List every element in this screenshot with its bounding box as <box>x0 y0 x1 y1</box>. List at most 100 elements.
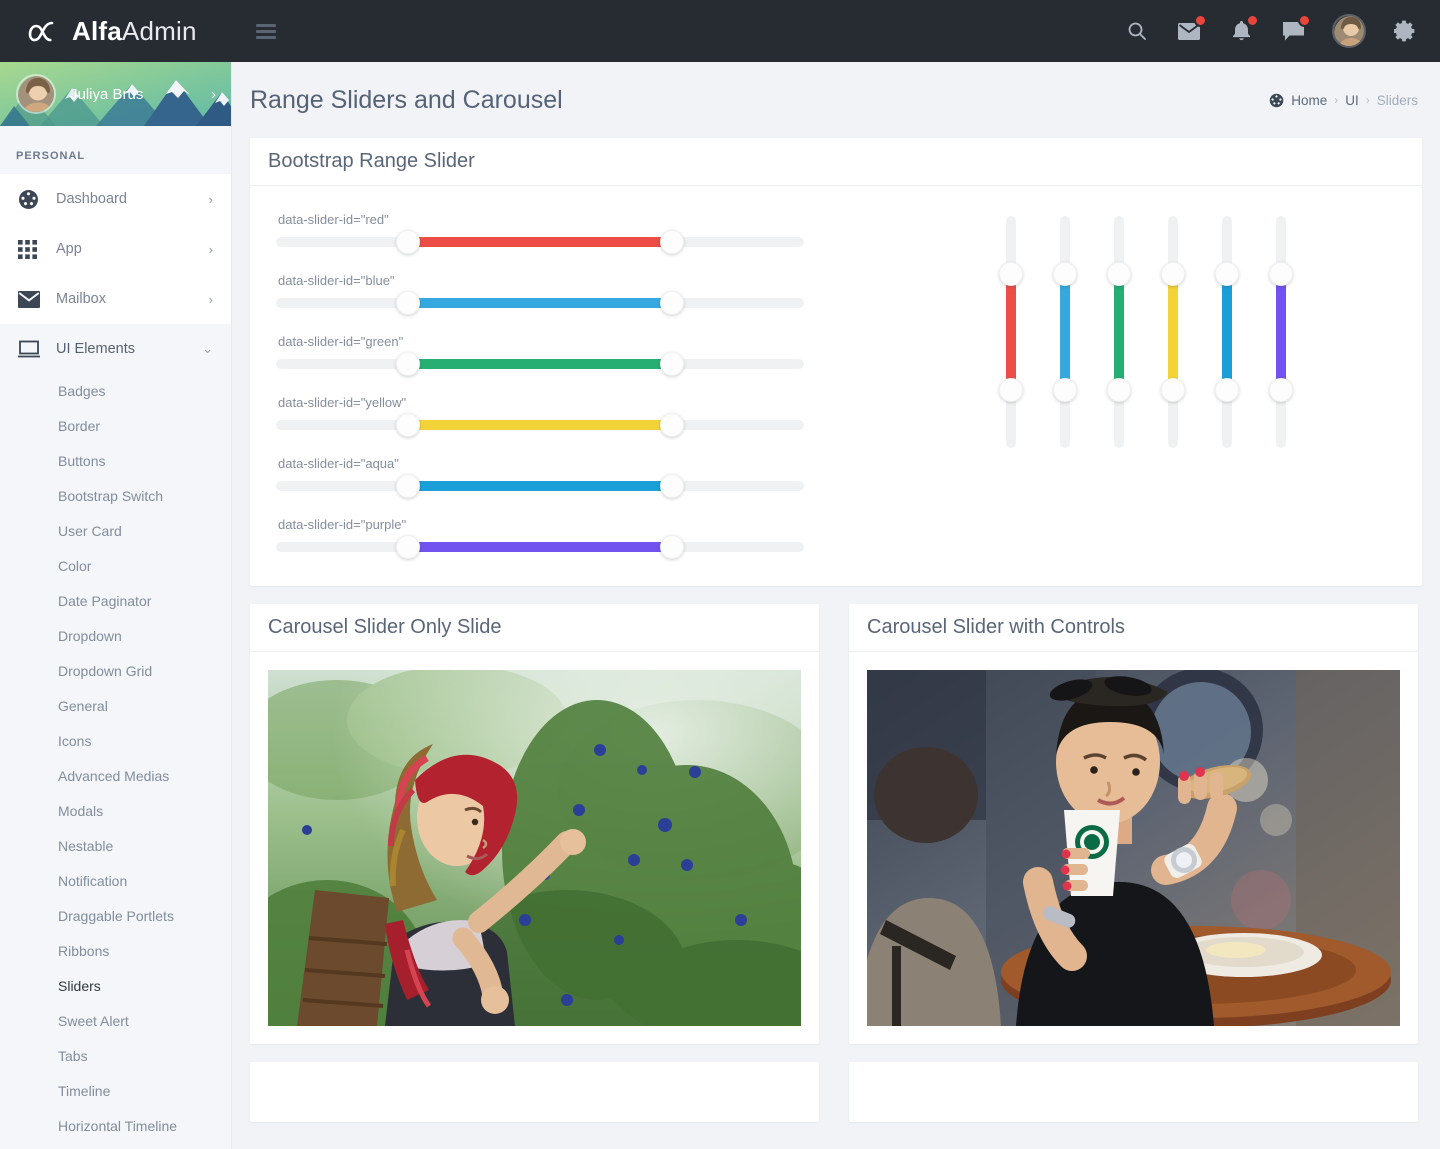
sidebar-item-app[interactable]: App › <box>0 224 231 274</box>
dashboard-icon <box>1269 93 1284 108</box>
sidebar-subitem-date-paginator[interactable]: Date Paginator <box>0 584 231 619</box>
slider-handle-min[interactable] <box>999 378 1023 402</box>
envelope-icon[interactable] <box>1176 14 1207 44</box>
vertical-slider-blue[interactable] <box>1053 216 1077 448</box>
user-avatar[interactable] <box>1332 14 1366 48</box>
search-icon[interactable] <box>1124 18 1150 44</box>
sidebar-profile[interactable]: Juliya Brus › <box>0 62 231 126</box>
slider-handle-max[interactable] <box>1269 262 1293 286</box>
slider-handle-max[interactable] <box>999 262 1023 286</box>
breadcrumb-separator: › <box>1365 93 1370 107</box>
slider-block: data-slider-id="green" <box>276 334 896 376</box>
sidebar-subitem-icons[interactable]: Icons <box>0 724 231 759</box>
slider-handle-max[interactable] <box>1053 262 1077 286</box>
slider-label: data-slider-id="aqua" <box>278 456 399 471</box>
vertical-slider-green[interactable] <box>1107 216 1131 448</box>
slider-handle-max[interactable] <box>660 535 684 559</box>
bottom-card-right <box>849 1062 1418 1122</box>
breadcrumb-section[interactable]: UI <box>1345 93 1359 108</box>
topbar-actions <box>1124 14 1440 48</box>
carousel-slide-image-2[interactable] <box>867 670 1400 1026</box>
sidebar-item-label: App <box>56 241 82 257</box>
sidebar-item-ui-elements[interactable]: UI Elements ⌄ <box>0 324 231 374</box>
slider-track[interactable] <box>276 413 804 437</box>
sidebar-subitem-notification[interactable]: Notification <box>0 864 231 899</box>
slider-handle-min[interactable] <box>1053 378 1077 402</box>
sidebar-item-dashboard[interactable]: Dashboard › <box>0 174 231 224</box>
sidebar-subitem-bootstrap-switch[interactable]: Bootstrap Switch <box>0 479 231 514</box>
slider-handle-min[interactable] <box>1215 378 1239 402</box>
slider-handle-min[interactable] <box>396 474 420 498</box>
sidebar-subitem-draggable-portlets[interactable]: Draggable Portlets <box>0 899 231 934</box>
sidebar-subitem-sweet-alert[interactable]: Sweet Alert <box>0 1004 231 1039</box>
slider-handle-min[interactable] <box>396 291 420 315</box>
slider-track[interactable] <box>276 352 804 376</box>
slider-handle-max[interactable] <box>660 474 684 498</box>
sidebar-subitem-advanced-medias[interactable]: Advanced Medias <box>0 759 231 794</box>
sidebar-subitem-timeline[interactable]: Timeline <box>0 1074 231 1109</box>
slider-handle-min[interactable] <box>396 535 420 559</box>
chat-icon[interactable] <box>1280 14 1311 44</box>
chevron-right-icon: › <box>208 241 213 257</box>
sidebar-subitem-general[interactable]: General <box>0 689 231 724</box>
sidebar-subitem-user-card[interactable]: User Card <box>0 514 231 549</box>
chevron-right-icon: › <box>211 85 216 103</box>
vertical-slider-purple[interactable] <box>1269 216 1293 448</box>
sidebar-item-mailbox[interactable]: Mailbox › <box>0 274 231 324</box>
bell-icon[interactable] <box>1228 14 1259 44</box>
slider-fill <box>1060 274 1070 390</box>
sidebar-subitem-border[interactable]: Border <box>0 409 231 444</box>
bell-badge <box>1246 14 1259 27</box>
slider-track[interactable] <box>276 474 804 498</box>
bottom-card-row <box>250 1062 1422 1122</box>
range-slider-card: Bootstrap Range Slider data-slider-id="r… <box>250 138 1422 586</box>
envelope-badge <box>1194 14 1207 27</box>
slider-handle-min[interactable] <box>1107 378 1131 402</box>
slider-handle-min[interactable] <box>1269 378 1293 402</box>
breadcrumb-home[interactable]: Home <box>1291 93 1327 108</box>
sidebar-subitem-buttons[interactable]: Buttons <box>0 444 231 479</box>
vertical-slider-aqua[interactable] <box>1215 216 1239 448</box>
sidebar-subitem-dropdown-grid[interactable]: Dropdown Grid <box>0 654 231 689</box>
vertical-slider-red[interactable] <box>999 216 1023 448</box>
slider-handle-min[interactable] <box>396 230 420 254</box>
slider-track[interactable] <box>276 291 804 315</box>
sidebar-subitem-horizontal-timeline[interactable]: Horizontal Timeline <box>0 1109 231 1144</box>
slider-handle-max[interactable] <box>1161 262 1185 286</box>
slider-track[interactable] <box>276 230 804 254</box>
carousel-slide-image-1[interactable] <box>268 670 801 1026</box>
slider-block: data-slider-id="blue" <box>276 273 896 315</box>
sidebar-subitem-color[interactable]: Color <box>0 549 231 584</box>
slider-track[interactable] <box>276 535 804 559</box>
sidebar-subitem-modals[interactable]: Modals <box>0 794 231 829</box>
slider-handle-min[interactable] <box>396 352 420 376</box>
slider-handle-max[interactable] <box>1107 262 1131 286</box>
slider-label: data-slider-id="purple" <box>278 517 407 532</box>
main-content: Range Sliders and Carousel Home › UI › S… <box>232 62 1440 1149</box>
slider-handle-max[interactable] <box>660 352 684 376</box>
card-header: Carousel Slider Only Slide <box>250 604 819 652</box>
sidebar-subitem-ribbons[interactable]: Ribbons <box>0 934 231 969</box>
brand-logo[interactable]: AlfaAdmin <box>0 0 232 62</box>
slider-handle-min[interactable] <box>1161 378 1185 402</box>
sidebar-subitem-nestable[interactable]: Nestable <box>0 829 231 864</box>
sidebar-subitem-tabs[interactable]: Tabs <box>0 1039 231 1074</box>
sidebar-subitem-badges[interactable]: Badges <box>0 374 231 409</box>
hamburger-icon[interactable] <box>256 23 276 39</box>
chevron-right-icon: › <box>208 291 213 307</box>
page-title: Range Sliders and Carousel <box>250 85 563 114</box>
sidebar-item-label: Mailbox <box>56 291 106 307</box>
sidebar-subitem-sliders[interactable]: Sliders <box>0 969 231 1004</box>
sidebar-subitem-dropdown[interactable]: Dropdown <box>0 619 231 654</box>
slider-label: data-slider-id="yellow" <box>278 395 407 410</box>
slider-handle-min[interactable] <box>396 413 420 437</box>
slider-handle-max[interactable] <box>660 413 684 437</box>
brand-title-bold: Alfa <box>72 15 122 46</box>
slider-handle-max[interactable] <box>1215 262 1239 286</box>
slider-fill <box>1222 274 1232 390</box>
vertical-slider-yellow[interactable] <box>1161 216 1185 448</box>
sidebar-submenu: Badges Border Buttons Bootstrap Switch User … <box>0 374 231 1144</box>
gear-icon[interactable] <box>1392 18 1418 44</box>
slider-handle-max[interactable] <box>660 230 684 254</box>
slider-handle-max[interactable] <box>660 291 684 315</box>
